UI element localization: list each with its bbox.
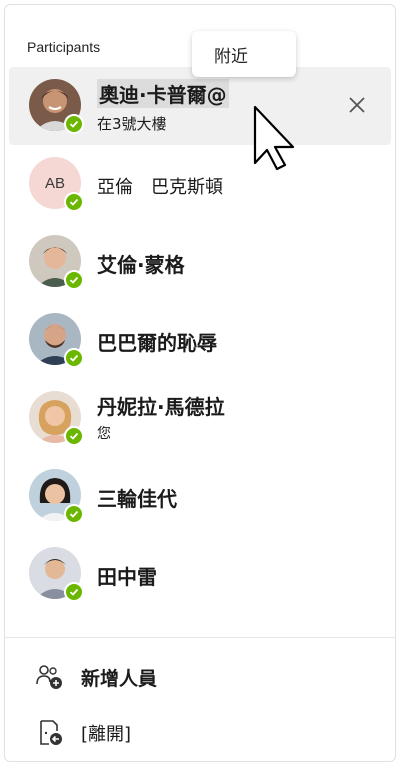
- leave-button[interactable]: [離開]: [5, 709, 395, 757]
- participant-name: 三輪佳代: [97, 487, 177, 511]
- panel-title: Participants: [27, 39, 101, 55]
- participant-location: 在3號大樓: [97, 115, 167, 133]
- status-available-icon: [64, 270, 84, 290]
- participant-name: 田中雷: [97, 565, 157, 589]
- avatar: AB: [29, 157, 84, 212]
- participant-row-0[interactable]: 奧迪·卡普爾@ 在3號大樓: [9, 67, 391, 145]
- add-people-label: 新增人員: [81, 667, 158, 690]
- status-available-icon: [64, 504, 84, 524]
- avatar: [29, 547, 84, 602]
- participant-name: 巴巴爾的恥辱: [97, 331, 217, 355]
- participant-row-6[interactable]: 田中雷: [5, 535, 395, 613]
- participant-name: 奧迪·卡普爾@: [97, 79, 229, 108]
- participant-list: 奧迪·卡普爾@ 在3號大樓 AB 亞倫 巴克斯頓 艾倫·蒙格 巴巴爾的恥辱 丹妮…: [5, 67, 395, 613]
- divider: [5, 637, 395, 638]
- avatar: [29, 79, 84, 134]
- status-available-icon: [64, 582, 84, 602]
- participant-name: 亞倫 巴克斯頓: [97, 177, 223, 198]
- participant-row-3[interactable]: 巴巴爾的恥辱: [5, 301, 395, 379]
- participant-row-1[interactable]: AB 亞倫 巴克斯頓: [5, 145, 395, 223]
- avatar: [29, 391, 84, 446]
- avatar: [29, 469, 84, 524]
- close-icon[interactable]: [347, 95, 367, 115]
- participant-row-4[interactable]: 丹妮拉·馬德拉 您: [5, 379, 395, 457]
- participant-row-2[interactable]: 艾倫·蒙格: [5, 223, 395, 301]
- participants-panel: Participants 附近 奧迪·卡普爾@ 在3號大樓 AB 亞倫 巴克斯頓…: [4, 4, 396, 762]
- status-available-icon: [64, 114, 84, 134]
- add-people-button[interactable]: 新增人員: [5, 653, 395, 701]
- avatar: [29, 235, 84, 290]
- status-available-icon: [64, 348, 84, 368]
- add-people-icon: [36, 665, 62, 689]
- location-tooltip: 附近: [192, 31, 296, 77]
- leave-icon: [40, 720, 62, 745]
- participant-name: 丹妮拉·馬德拉: [97, 395, 225, 419]
- status-available-icon: [64, 426, 84, 446]
- status-available-icon: [64, 192, 84, 212]
- participant-name: 艾倫·蒙格: [97, 253, 185, 277]
- avatar: [29, 313, 84, 368]
- participant-row-5[interactable]: 三輪佳代: [5, 457, 395, 535]
- participant-self-label: 您: [97, 426, 111, 442]
- mouse-cursor-icon: [253, 105, 295, 171]
- leave-label: [離開]: [81, 724, 132, 745]
